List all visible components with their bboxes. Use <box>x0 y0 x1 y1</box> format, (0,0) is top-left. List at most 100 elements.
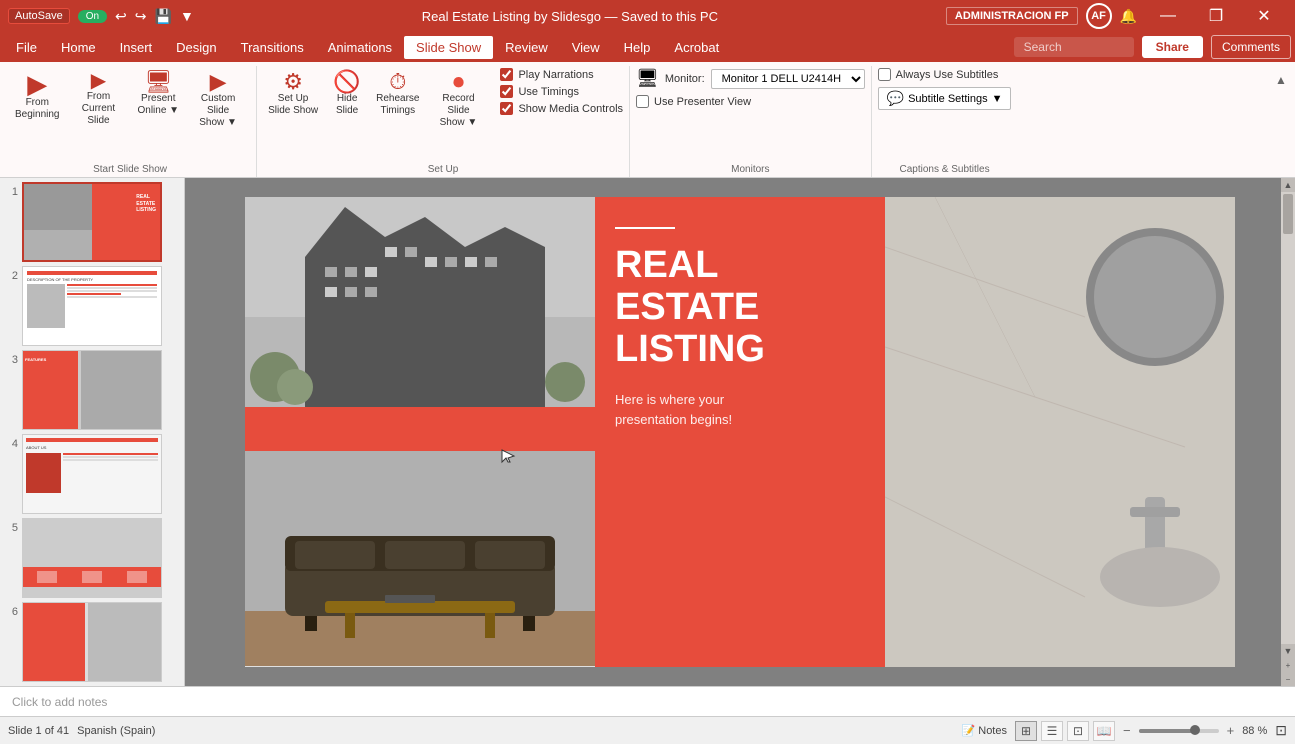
s2-line-1 <box>67 284 157 286</box>
thumb-s5-content <box>23 519 161 597</box>
share-button[interactable]: Share <box>1142 36 1203 58</box>
s2-line-5 <box>67 296 157 298</box>
slide-number-3: 3 <box>4 354 18 366</box>
use-timings-checkbox[interactable] <box>500 85 513 98</box>
slide-thumb-1[interactable]: 1 REALESTATELISTING <box>4 182 180 262</box>
undo-icon[interactable]: ↩ <box>115 8 127 25</box>
menu-view[interactable]: View <box>560 36 612 59</box>
ribbon-group-monitors: 🖥 Monitor: Monitor 1 DELL U2414H Use Pre… <box>630 66 872 177</box>
show-media-controls-checkbox-label[interactable]: Show Media Controls <box>500 102 623 115</box>
use-timings-checkbox-label[interactable]: Use Timings <box>500 85 623 98</box>
menu-slideshow[interactable]: Slide Show <box>404 36 493 59</box>
zoom-handle[interactable] <box>1190 725 1200 735</box>
show-media-controls-checkbox[interactable] <box>500 102 513 115</box>
slide-thumb-5[interactable]: 5 <box>4 518 180 598</box>
scrollbar-thumb[interactable] <box>1283 194 1293 234</box>
thumb-s1-photo <box>24 184 92 230</box>
menu-design[interactable]: Design <box>164 36 228 59</box>
autosave-status[interactable]: On <box>78 10 107 23</box>
ribbon-group-setup-top: ⚙ Set UpSlide Show 🚫 HideSlide ⏱ Rehears… <box>263 68 623 162</box>
slide-image-5[interactable] <box>22 518 162 598</box>
setup-slideshow-button[interactable]: ⚙ Set UpSlide Show <box>263 68 323 120</box>
menu-help[interactable]: Help <box>612 36 663 59</box>
normal-view-button[interactable]: ⊞ <box>1015 721 1037 741</box>
customize-icon[interactable]: ▼ <box>180 8 194 24</box>
subtitle-settings-button[interactable]: 💬 Subtitle Settings ▼ <box>878 87 1012 110</box>
menu-file[interactable]: File <box>4 36 49 59</box>
thumb-s1-content: REALESTATELISTING <box>24 184 160 260</box>
ribbon-group-captions-top: Always Use Subtitles 💬 Subtitle Settings… <box>878 68 1012 162</box>
menu-animations[interactable]: Animations <box>316 36 404 59</box>
menu-acrobat[interactable]: Acrobat <box>662 36 731 59</box>
play-narrations-checkbox-label[interactable]: Play Narrations <box>500 68 623 81</box>
ribbon-group-setup: ⚙ Set UpSlide Show 🚫 HideSlide ⏱ Rehears… <box>257 66 630 177</box>
search-input[interactable] <box>1014 37 1134 57</box>
title-bar-left: AutoSave On ↩ ↪ 💾 ▼ <box>8 8 194 25</box>
slide-sorter-button[interactable]: ⊡ <box>1067 721 1089 741</box>
maximize-button[interactable]: ❐ <box>1193 0 1239 32</box>
ribbon-collapse-button[interactable]: ▲ <box>1271 70 1291 90</box>
slide-image-6[interactable] <box>22 602 162 682</box>
comments-button[interactable]: Comments <box>1211 35 1291 59</box>
play-narrations-checkbox[interactable] <box>500 68 513 81</box>
scrollbar-zoom-out-button[interactable]: − <box>1281 672 1295 686</box>
slide-panel[interactable]: 1 REALESTATELISTING 2 DESCRIPTION OF THE… <box>0 178 185 686</box>
slide-thumb-2[interactable]: 2 DESCRIPTION OF THE PROPERTY <box>4 266 180 346</box>
zoom-fill <box>1139 729 1195 733</box>
vertical-scrollbar[interactable]: ▲ ▼ + − <box>1281 178 1295 686</box>
scrollbar-zoom-in-button[interactable]: + <box>1281 658 1295 672</box>
minimize-button[interactable]: — <box>1145 0 1191 32</box>
scrollbar-up-button[interactable]: ▲ <box>1281 178 1295 192</box>
slide-number-1: 1 <box>4 186 18 198</box>
s5-box3 <box>127 571 147 583</box>
rehearse-timings-button[interactable]: ⏱ RehearseTimings <box>371 68 424 120</box>
presenter-view-checkbox-label[interactable]: Use Presenter View <box>636 95 865 108</box>
s4-bar <box>26 438 158 442</box>
redo-icon[interactable]: ↪ <box>135 8 147 25</box>
record-slideshow-button[interactable]: ⏺ Record SlideShow ▼ <box>426 68 490 132</box>
presenter-view-checkbox[interactable] <box>636 95 649 108</box>
menu-insert[interactable]: Insert <box>108 36 165 59</box>
from-beginning-icon: ▶ <box>27 71 47 97</box>
custom-slideshow-button[interactable]: ▶ Custom SlideShow ▼ <box>186 68 250 132</box>
slide-image-2[interactable]: DESCRIPTION OF THE PROPERTY <box>22 266 162 346</box>
scrollbar-down-button[interactable]: ▼ <box>1281 644 1295 658</box>
ribbon-group-monitors-top: 🖥 Monitor: Monitor 1 DELL U2414H Use Pre… <box>636 68 865 162</box>
notes-button[interactable]: 📝 Notes <box>961 724 1007 737</box>
zoom-out-button[interactable]: − <box>1123 723 1131 738</box>
reading-view-button[interactable]: 📖 <box>1093 721 1115 741</box>
slide-image-4[interactable]: ABOUT US <box>22 434 162 514</box>
present-online-button[interactable]: 🖥 PresentOnline ▼ <box>132 68 184 120</box>
ribbon-collapse-icon[interactable]: 🔔 <box>1120 8 1137 25</box>
from-beginning-button[interactable]: ▶ FromBeginning <box>10 68 64 124</box>
s3-text: FEATURES <box>25 357 46 362</box>
slide-image-3[interactable]: FEATURES <box>22 350 162 430</box>
slide-thumb-4[interactable]: 4 ABOUT US <box>4 434 180 514</box>
monitor-controls: 🖥 Monitor: Monitor 1 DELL U2414H Use Pre… <box>636 68 865 108</box>
hide-slide-button[interactable]: 🚫 HideSlide <box>325 68 369 120</box>
save-icon[interactable]: 💾 <box>155 8 172 25</box>
slide-thumb-3[interactable]: 3 FEATURES <box>4 350 180 430</box>
s2-line-3 <box>67 290 157 292</box>
slide-bathroom-photo <box>885 197 1235 667</box>
slide-thumb-6[interactable]: 6 <box>4 602 180 682</box>
ribbon: ▶ FromBeginning ▶ FromCurrent Slide 🖥 Pr… <box>0 62 1295 178</box>
menu-transitions[interactable]: Transitions <box>229 36 316 59</box>
from-current-button[interactable]: ▶ FromCurrent Slide <box>66 68 130 130</box>
monitor-dropdown[interactable]: Monitor 1 DELL U2414H <box>711 69 865 89</box>
outline-view-button[interactable]: ☰ <box>1041 721 1063 741</box>
slide-image-1[interactable]: REALESTATELISTING <box>22 182 162 262</box>
record-slideshow-label: Record SlideShow ▼ <box>431 93 485 129</box>
zoom-in-button[interactable]: + <box>1227 723 1235 738</box>
slide-info: Slide 1 of 41 <box>8 725 69 737</box>
user-avatar[interactable]: AF <box>1086 3 1112 29</box>
notes-bar[interactable]: Click to add notes <box>0 686 1295 716</box>
menu-review[interactable]: Review <box>493 36 560 59</box>
fit-page-button[interactable]: ⊡ <box>1275 722 1287 739</box>
always-subtitles-checkbox-label[interactable]: Always Use Subtitles <box>878 68 1012 81</box>
rehearse-timings-label: RehearseTimings <box>376 93 419 117</box>
close-button[interactable]: ✕ <box>1241 0 1287 32</box>
menu-home[interactable]: Home <box>49 36 108 59</box>
always-subtitles-checkbox[interactable] <box>878 68 891 81</box>
thumb-s6-content <box>23 603 161 681</box>
